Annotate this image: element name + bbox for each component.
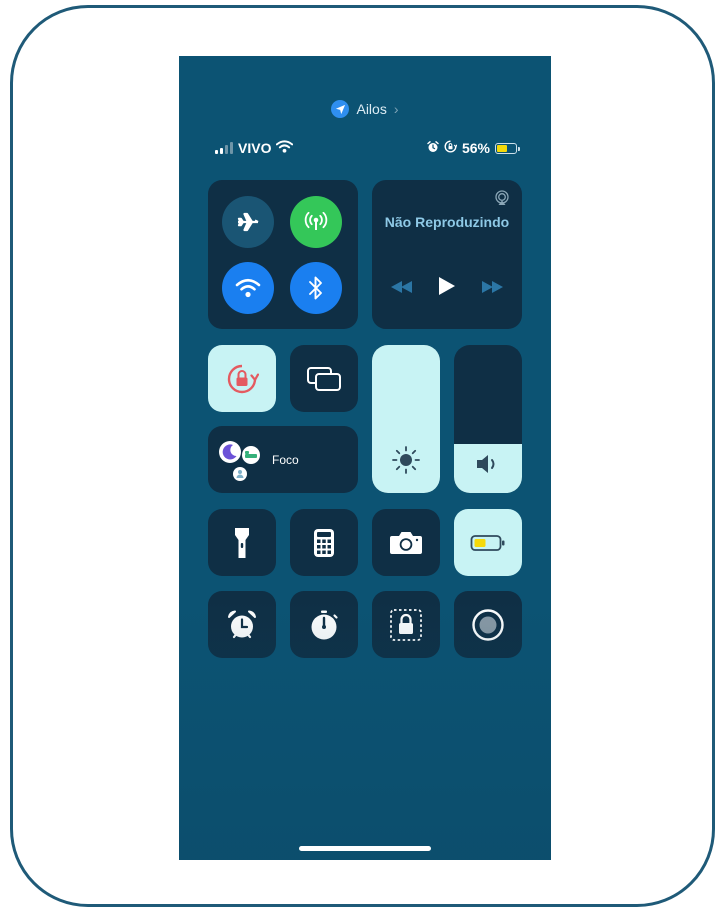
- guided-access-button[interactable]: [372, 591, 440, 658]
- battery-percent: 56%: [461, 140, 490, 156]
- orientation-lock-toggle[interactable]: [208, 345, 276, 412]
- bluetooth-icon: [309, 276, 322, 300]
- connectivity-module: [208, 180, 358, 329]
- orientation-lock-icon: [444, 140, 458, 156]
- bed-icon: [242, 445, 260, 464]
- cellular-antenna-icon: [304, 211, 328, 230]
- fast-forward-icon[interactable]: [481, 280, 504, 298]
- home-indicator[interactable]: [299, 846, 431, 851]
- flashlight-button[interactable]: [208, 509, 276, 576]
- guided-access-lock-icon: [390, 608, 422, 641]
- low-battery-icon: [470, 534, 505, 551]
- bluetooth-toggle[interactable]: [290, 262, 342, 314]
- battery-icon: [495, 142, 520, 154]
- wifi-toggle[interactable]: [222, 262, 274, 314]
- status-bar: VIVO 56%: [215, 138, 520, 158]
- signal-bars-icon: [215, 142, 233, 154]
- alarm-button[interactable]: [208, 591, 276, 658]
- location-label: Ailos: [356, 101, 387, 117]
- moon-icon: [219, 440, 241, 463]
- play-icon[interactable]: [438, 276, 456, 301]
- timer-icon: [311, 610, 338, 639]
- airplane-icon: [237, 212, 259, 232]
- media-player-module[interactable]: Não Reproduzindo: [372, 180, 522, 329]
- alarm-icon: [427, 140, 439, 156]
- screen-mirroring-icon: [307, 366, 341, 391]
- cellular-data-toggle[interactable]: [290, 196, 342, 248]
- calculator-icon: [314, 528, 334, 557]
- wifi-icon: [276, 140, 294, 156]
- sun-icon: [392, 446, 420, 474]
- screen-mirroring-button[interactable]: [290, 345, 358, 412]
- rotation-lock-icon: [227, 364, 259, 393]
- screen-record-icon: [472, 608, 504, 641]
- carrier-name: VIVO: [238, 140, 272, 156]
- person-icon: [233, 466, 247, 481]
- speaker-icon: [477, 455, 495, 473]
- screen-recording-button[interactable]: [454, 591, 522, 658]
- flashlight-icon: [235, 527, 249, 558]
- rewind-icon[interactable]: [390, 280, 413, 298]
- location-indicator[interactable]: Ailos ›: [179, 100, 551, 118]
- now-playing-title: Não Reproduzindo: [384, 214, 510, 230]
- brightness-slider[interactable]: [372, 345, 440, 493]
- airplane-mode-toggle[interactable]: [222, 196, 274, 248]
- chevron-right-icon: ›: [393, 101, 399, 117]
- focus-button[interactable]: Foco: [208, 426, 358, 493]
- location-arrow-icon: [331, 100, 350, 118]
- timer-button[interactable]: [290, 591, 358, 658]
- low-power-mode-toggle[interactable]: [454, 509, 522, 576]
- focus-icons: [219, 440, 260, 481]
- airplay-icon[interactable]: [494, 190, 510, 211]
- camera-button[interactable]: [372, 509, 440, 576]
- volume-slider[interactable]: [454, 345, 522, 493]
- wifi-icon: [235, 278, 261, 298]
- focus-label: Foco: [272, 452, 299, 467]
- camera-icon: [390, 531, 422, 554]
- alarm-clock-icon: [228, 610, 256, 638]
- control-center-screen: Ailos › VIVO 56% Não Reproduzindo Foco: [179, 56, 551, 860]
- calculator-button[interactable]: [290, 509, 358, 576]
